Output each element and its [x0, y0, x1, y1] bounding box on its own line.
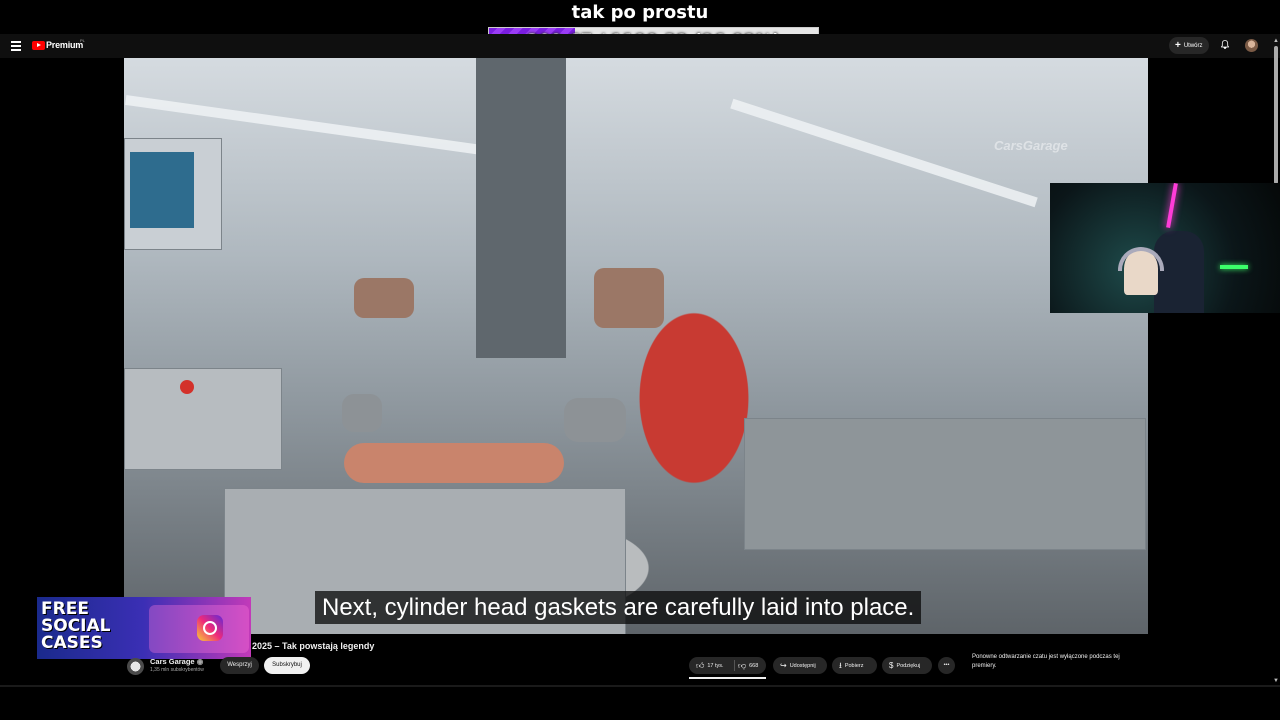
worker-glove — [342, 394, 382, 432]
subscribe-button[interactable]: Subskrybuj — [264, 657, 310, 674]
worker-arm — [594, 268, 664, 328]
like-count: 17 tys. — [707, 663, 724, 669]
ad-text-line3: CASES — [41, 633, 103, 653]
emergency-stop-button — [180, 380, 194, 394]
assembly-line — [744, 418, 1146, 550]
download-icon: ⭳ — [839, 661, 842, 670]
thanks-button[interactable]: $ Podziękuj — [882, 657, 932, 674]
share-button[interactable]: ↪ Udostępnij — [773, 657, 827, 674]
thanks-icon: $ — [889, 661, 894, 670]
thanks-label: Podziękuj — [896, 663, 921, 669]
video-title: 2025 – Tak powstają legendy — [252, 641, 375, 651]
worker-glove — [564, 398, 626, 442]
video-player[interactable]: CarsGarage — [124, 58, 1148, 634]
like-button[interactable]: 👍︎ 17 tys. — [689, 657, 735, 674]
like-bar — [689, 677, 766, 679]
bottom-divider — [0, 685, 1280, 687]
chat-replay-disabled-note: Ponowne odtwarzanie czatu jest wyłączone… — [972, 654, 1120, 669]
dislike-button[interactable]: 👎︎ 668 — [735, 657, 766, 674]
channel-subscribers: 1,35 mln subskrybentów — [150, 667, 204, 673]
dislike-count: 668 — [749, 663, 759, 669]
youtube-logo-icon[interactable] — [32, 41, 45, 50]
share-icon: ↪ — [780, 661, 787, 670]
machine-screen — [130, 152, 194, 228]
channel-avatar[interactable] — [127, 658, 144, 675]
youtube-header: Premium PL + Utwórz — [0, 34, 1280, 58]
worker-arm — [354, 278, 414, 318]
more-actions-button[interactable]: ••• — [938, 657, 955, 674]
robot-arm — [476, 58, 566, 358]
gaming-chair — [1154, 231, 1204, 313]
ceiling-light — [730, 98, 1038, 208]
green-led — [1220, 265, 1248, 269]
notifications-bell-icon[interactable] — [1221, 40, 1229, 49]
download-label: Pobierz — [844, 663, 864, 669]
scroll-down-arrow-icon[interactable]: ▼ — [1273, 678, 1279, 684]
region-code: PL — [80, 38, 85, 43]
video-subtitle: Next, cylinder head gaskets are carefull… — [315, 591, 922, 624]
control-panel — [124, 368, 282, 470]
ad-text: FREE SOCIAL CASES — [41, 601, 111, 652]
download-button[interactable]: ⭳ Pobierz — [832, 657, 877, 674]
thumbs-down-icon: 👎︎ — [738, 661, 747, 670]
verified-icon: ◉ — [196, 657, 204, 666]
neon-light — [1166, 183, 1178, 229]
social-cases-ad[interactable]: FREE SOCIAL CASES — [37, 597, 251, 659]
create-button[interactable]: + Utwórz — [1169, 37, 1209, 54]
channel-watermark: CarsGarage — [994, 138, 1068, 153]
thumbs-up-icon: 👍︎ — [696, 661, 705, 670]
support-button[interactable]: Wesprzyj — [220, 657, 259, 674]
scroll-up-arrow-icon[interactable]: ▲ — [1273, 38, 1279, 44]
page-scrollbar[interactable] — [1274, 46, 1278, 184]
streamer-webcam — [1050, 183, 1280, 313]
stream-title: tak po prostu — [571, 2, 709, 23]
create-button-label: Utwórz — [1183, 43, 1203, 49]
youtube-premium-label[interactable]: Premium — [46, 40, 83, 50]
instagram-icon — [197, 615, 223, 641]
account-avatar[interactable] — [1245, 39, 1258, 52]
cylinder-head-gasket — [344, 443, 564, 483]
channel-name[interactable]: Cars Garage ◉ — [150, 657, 203, 666]
share-label: Udostępnij — [789, 663, 816, 669]
hamburger-menu-icon[interactable] — [11, 41, 21, 51]
plus-icon: + — [1175, 40, 1181, 51]
